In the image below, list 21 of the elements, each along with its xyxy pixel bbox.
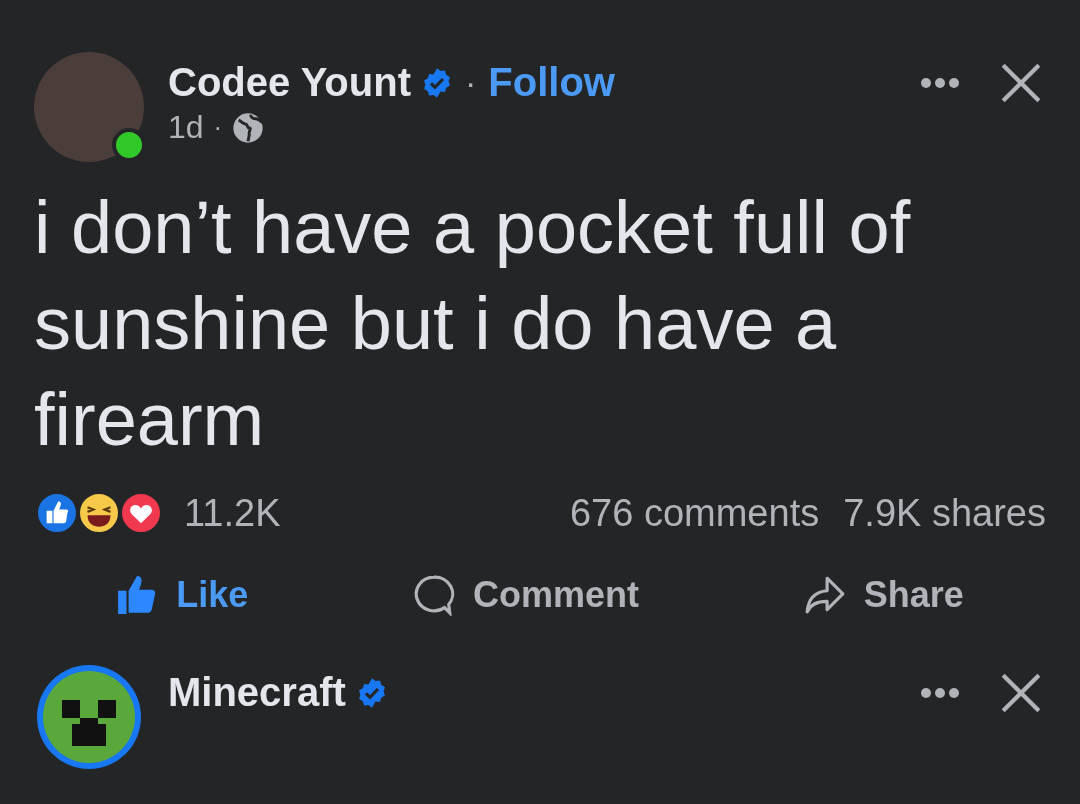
share-arrow-icon — [803, 574, 846, 616]
post-time: 1d — [168, 109, 204, 146]
close-icon — [1000, 672, 1042, 714]
creeper-avatar-icon[interactable] — [34, 662, 144, 772]
speech-bubble-icon — [413, 574, 455, 616]
close-icon — [1000, 62, 1042, 104]
post-text: i don’t have a pocket full of sunshine but i do have a firearm — [34, 185, 912, 463]
author-name[interactable]: Minecraft — [168, 670, 346, 715]
reaction-count[interactable]: 11.2K — [184, 491, 281, 535]
comment-count[interactable]: 676 comments — [569, 491, 820, 535]
author-name[interactable]: Codee Yount — [168, 60, 411, 105]
more-icon — [918, 687, 962, 699]
share-count[interactable]: 7.9K shares — [843, 491, 1046, 535]
like-button[interactable]: Like — [102, 566, 263, 624]
separator-dot: · — [213, 112, 223, 143]
share-button[interactable]: Share — [789, 566, 978, 624]
globe-icon — [232, 111, 265, 144]
more-icon — [918, 77, 962, 89]
separator-dot: · — [464, 63, 477, 102]
follow-link[interactable]: Follow — [488, 60, 615, 105]
comment-button[interactable]: Comment — [399, 566, 653, 624]
